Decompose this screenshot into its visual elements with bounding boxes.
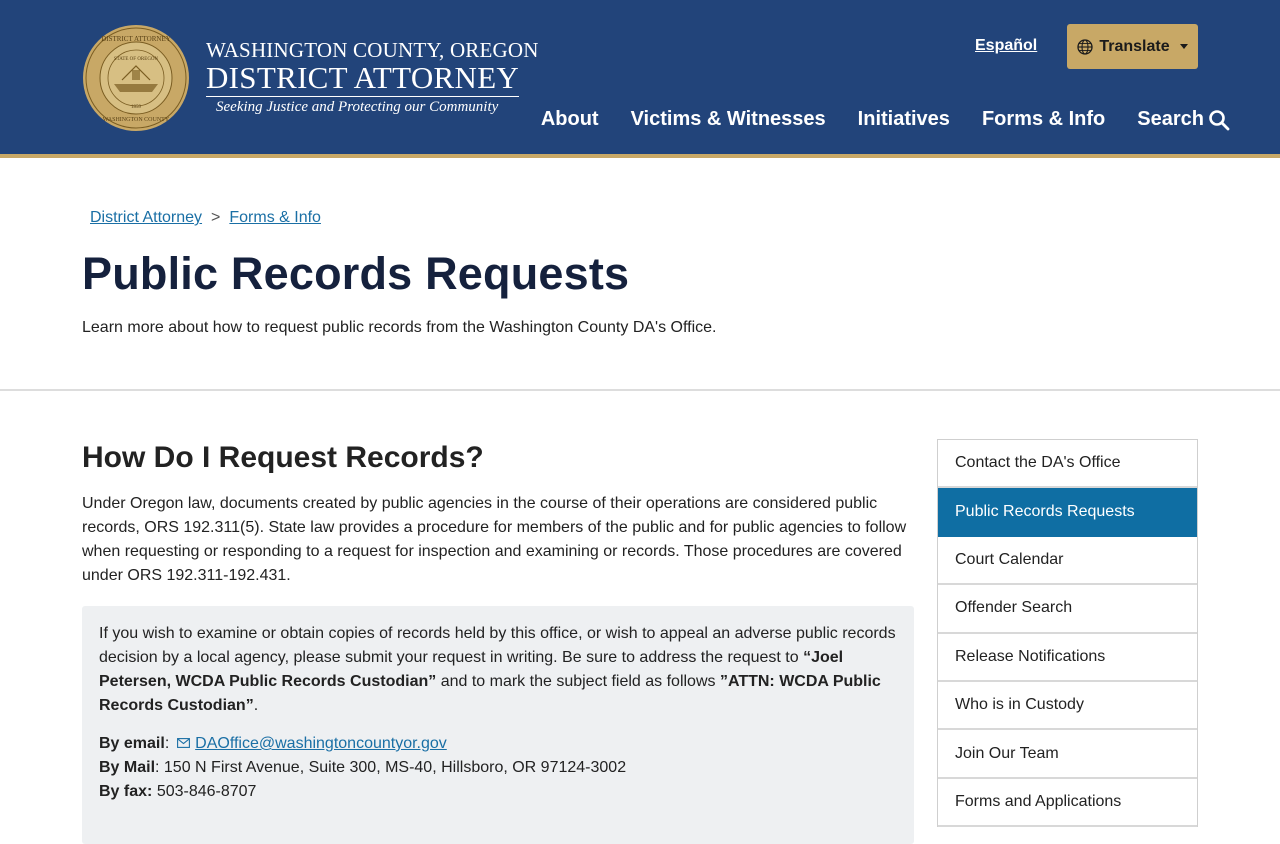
translate-button[interactable]: Translate <box>1067 24 1198 69</box>
sidebar-item-join-team[interactable]: Join Our Team <box>938 730 1197 779</box>
section-heading: How Do I Request Records? <box>82 441 484 474</box>
mail-address: 150 N First Avenue, Suite 300, MS-40, Hi… <box>163 759 627 776</box>
contact-email: By email: DAOffice@washingtoncountyor.go… <box>99 735 447 752</box>
seal-inner-text: STATE OF OREGON <box>114 57 159 62</box>
nav-search-label: Search <box>1137 108 1204 130</box>
callout-text-3: . <box>253 697 259 714</box>
mail-label: By Mail <box>99 759 156 776</box>
breadcrumb-separator: > <box>211 209 221 226</box>
fax-number: 503-846-8707 <box>156 783 257 800</box>
sidebar-item-court-calendar[interactable]: Court Calendar <box>938 537 1197 586</box>
fax-label: By fax: <box>99 783 153 800</box>
seal-ring-text: DISTRICT ATTORNEY <box>101 35 171 43</box>
nav-search[interactable]: Search <box>1137 108 1230 131</box>
page-title: Public Records Requests <box>82 248 630 299</box>
nav-about[interactable]: About <box>541 108 599 131</box>
contact-mail: By Mail: 150 N First Avenue, Suite 300, … <box>99 759 627 776</box>
main-content: How Do I Request Records? Under Oregon l… <box>82 440 914 844</box>
main-nav: About Victims & Witnesses Initiatives Fo… <box>541 108 1230 131</box>
breadcrumb-district-attorney[interactable]: District Attorney <box>90 209 202 226</box>
sidebar-item-forms-applications[interactable]: Forms and Applications <box>938 779 1197 828</box>
sidebar-item-public-records[interactable]: Public Records Requests <box>938 488 1197 537</box>
nav-initiatives[interactable]: Initiatives <box>858 108 950 131</box>
breadcrumb-forms-info[interactable]: Forms & Info <box>229 209 321 226</box>
seal-bottom-text: WASHINGTON COUNTY <box>103 117 170 123</box>
sidebar-item-contact[interactable]: Contact the DA's Office <box>938 440 1197 489</box>
brand-office: DISTRICT ATTORNEY <box>206 60 520 97</box>
nav-victims-witnesses[interactable]: Victims & Witnesses <box>631 108 826 131</box>
callout-text-1: If you wish to examine or obtain copies … <box>99 625 896 666</box>
brand-tagline: Seeking Justice and Protecting our Commu… <box>216 99 499 115</box>
contact-fax: By fax: 503-846-8707 <box>99 780 897 804</box>
request-callout: If you wish to examine or obtain copies … <box>82 606 914 844</box>
site-brand[interactable]: WASHINGTON COUNTY, OREGON DISTRICT ATTOR… <box>206 38 539 117</box>
county-seal-logo[interactable]: DISTRICT ATTORNEY STATE OF OREGON 1859 W… <box>82 24 190 132</box>
site-header: DISTRICT ATTORNEY STATE OF OREGON 1859 W… <box>0 0 1280 158</box>
email-label: By email <box>99 735 165 752</box>
seal-year: 1859 <box>131 105 142 110</box>
nav-forms-info[interactable]: Forms & Info <box>982 108 1105 131</box>
sidebar-nav: Contact the DA's Office Public Records R… <box>937 439 1198 828</box>
globe-icon <box>1077 38 1094 55</box>
espanol-link[interactable]: Español <box>975 37 1037 55</box>
callout-instructions: If you wish to examine or obtain copies … <box>99 622 897 718</box>
translate-label: Translate <box>1099 37 1170 55</box>
brand-county: WASHINGTON COUNTY, OREGON <box>206 38 539 62</box>
sidebar-item-release-notifications[interactable]: Release Notifications <box>938 634 1197 682</box>
chevron-down-icon <box>1179 44 1188 49</box>
breadcrumb: District Attorney > Forms & Info <box>90 209 321 227</box>
callout-text-2: and to mark the subject field as follows <box>436 673 720 690</box>
section-divider <box>0 389 1280 391</box>
page-subtitle: Learn more about how to request public r… <box>82 319 717 336</box>
sidebar-item-offender-search[interactable]: Offender Search <box>938 585 1197 634</box>
intro-paragraph: Under Oregon law, documents created by p… <box>82 495 907 584</box>
email-link[interactable]: DAOffice@washingtoncountyor.gov <box>195 735 447 752</box>
envelope-icon <box>176 738 190 748</box>
search-icon <box>1209 109 1230 130</box>
sidebar-item-who-in-custody[interactable]: Who is in Custody <box>938 682 1197 731</box>
